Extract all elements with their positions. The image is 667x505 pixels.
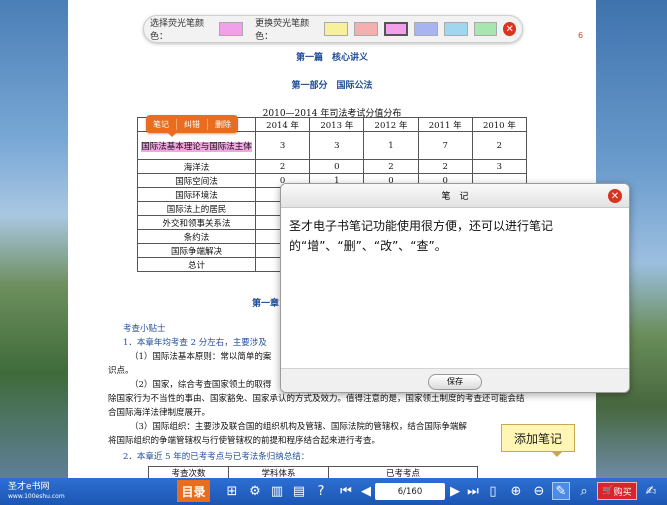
color-swatch-red[interactable] bbox=[354, 22, 379, 36]
zoom-out-icon[interactable]: ⊖ bbox=[530, 482, 548, 500]
close-icon[interactable]: ✕ bbox=[608, 189, 622, 203]
delete-menu-item[interactable]: 删除 bbox=[208, 119, 238, 130]
next-page-icon[interactable]: ▶ bbox=[446, 482, 464, 500]
table-cell: 总计 bbox=[137, 257, 256, 272]
correct-menu-item[interactable]: 纠错 bbox=[177, 118, 208, 130]
color-swatch-green[interactable] bbox=[473, 22, 498, 36]
table-header-cell: 2013 年 bbox=[309, 117, 365, 132]
note-menu-item[interactable]: 笔记 bbox=[146, 118, 177, 130]
paragraph: 除国家行为不当性的事由、国家豁免、国家承认的方式及效力。值得注意的是，国家领土制… bbox=[108, 394, 525, 404]
note-dialog-header: 笔 记 ✕ bbox=[281, 184, 629, 208]
table-header-cell: 2010 年 bbox=[471, 117, 528, 132]
table-cell: 海洋法 bbox=[137, 159, 256, 174]
table-header-cell: 2014 年 bbox=[254, 117, 311, 132]
buy-button[interactable]: 🛒 购买 bbox=[597, 482, 637, 500]
current-highlight-swatch[interactable] bbox=[219, 22, 244, 36]
table-header-cell: 已考考点 bbox=[385, 469, 420, 478]
part-heading: 第一篇 核心讲义 bbox=[295, 53, 368, 63]
double-page-icon[interactable]: ▯ bbox=[484, 482, 502, 500]
paragraph: 1．本章年均考查 2 分左右，主要涉及 bbox=[123, 338, 267, 348]
table-row: 海洋法 2 0 2 2 3 bbox=[137, 159, 528, 174]
table-cell: 2 bbox=[471, 131, 528, 160]
color-swatch-cyan[interactable] bbox=[443, 22, 468, 36]
page-number: 6 bbox=[578, 31, 584, 40]
table-cell: 0 bbox=[309, 159, 365, 174]
table-cell: 国际争端解决 bbox=[137, 243, 256, 258]
cart-icon: 🛒 bbox=[602, 486, 614, 496]
table-cell: 国际法上的居民 bbox=[137, 201, 256, 216]
note-textarea[interactable]: 圣才电子书笔记功能使用很方便，还可以进行笔记的“增”、“删”、“改”、“查”。 bbox=[281, 208, 629, 368]
brand-logo[interactable]: 圣才e书网 www.100eshu.com bbox=[0, 481, 120, 501]
highlighter-toolbar: 选择荧光笔颜色： 更换荧光笔颜色： ✕ bbox=[143, 15, 523, 43]
note-dialog: 笔 记 ✕ 圣才电子书笔记功能使用很方便，还可以进行笔记的“增”、“删”、“改”… bbox=[280, 183, 630, 393]
bookshelf-icon[interactable]: ▥ bbox=[268, 482, 286, 500]
table-header-cell: 2011 年 bbox=[417, 117, 473, 132]
table-header-cell: 学科体系 bbox=[229, 467, 329, 478]
table-cell: 2 bbox=[254, 159, 311, 174]
paragraph: （1）国际法基本原则：常以简单的案 bbox=[130, 352, 272, 362]
brand-url: www.100eshu.com bbox=[8, 492, 65, 500]
prev-page-icon[interactable]: ◀ bbox=[357, 482, 375, 500]
paragraph: 将国际组织的争端管辖权与行使管辖权的前提和程序结合起来进行考查。 bbox=[108, 436, 381, 446]
table-cell: 3 bbox=[309, 131, 365, 160]
table-cell-highlighted[interactable]: 国际法基本理论与国际法主体 bbox=[137, 131, 256, 160]
table-cell: 1 bbox=[363, 131, 419, 160]
tips-title: 考查小贴士 bbox=[123, 324, 166, 334]
color-swatch-yellow[interactable] bbox=[324, 22, 349, 36]
table-cell: 国际环境法 bbox=[137, 187, 256, 202]
color-swatch-pink[interactable] bbox=[384, 22, 408, 36]
table-cell: 2 bbox=[363, 159, 419, 174]
table-cell: 2 bbox=[417, 159, 473, 174]
add-note-icon[interactable]: ✎ bbox=[552, 482, 570, 500]
add-note-tooltip: 添加笔记 bbox=[501, 424, 575, 457]
select-color-label: 选择荧光笔颜色： bbox=[150, 19, 205, 42]
background-scenery-left bbox=[0, 0, 68, 478]
selection-context-menu: 笔记 纠错 删除 bbox=[146, 115, 238, 137]
paragraph: （3）国际组织：主要涉及联合国的组织机构及管辖、国际法院的管辖权，结合国际争端解 bbox=[130, 422, 467, 432]
bottom-toolbar: 圣才e书网 www.100eshu.com 目录 ⊞ ⚙ ▥ ▤ ? ⏮ ◀ 6… bbox=[0, 478, 667, 505]
chapter-title: 第一章 bbox=[252, 299, 280, 309]
table-header-cell: 2012 年 bbox=[363, 117, 419, 132]
bookmark-icon[interactable]: ▤ bbox=[290, 482, 308, 500]
search-icon[interactable]: ⌕ bbox=[575, 482, 593, 500]
save-button[interactable]: 保存 bbox=[428, 373, 482, 390]
thumbnail-grid-icon[interactable]: ⊞ bbox=[223, 482, 241, 500]
brand-name: 圣才e书网 bbox=[8, 481, 50, 492]
close-icon[interactable]: ✕ bbox=[503, 22, 517, 36]
note-dialog-title: 笔 记 bbox=[441, 192, 469, 202]
paragraph: （2）国家，综合考查国家领土的取得 bbox=[130, 380, 272, 390]
gear-icon[interactable]: ⚙ bbox=[246, 482, 264, 500]
section-heading: 第一部分 国际公法 bbox=[291, 81, 373, 91]
paragraph: 合国际海洋法律制度展开。 bbox=[108, 408, 211, 418]
zoom-in-icon[interactable]: ⊕ bbox=[507, 482, 525, 500]
table-row: 国际法基本理论与国际法主体 3 3 1 7 2 bbox=[137, 131, 528, 160]
color-swatch-blue[interactable] bbox=[414, 22, 438, 36]
table-cell: 3 bbox=[254, 131, 311, 160]
first-page-icon[interactable]: ⏮ bbox=[337, 482, 355, 500]
edit-icon[interactable]: ✍ bbox=[642, 482, 660, 500]
table-header-cell: 考查次数 bbox=[149, 467, 229, 478]
table-cell: 条约法 bbox=[137, 229, 256, 244]
table-cell: 7 bbox=[417, 131, 473, 160]
last-page-icon[interactable]: ⏭ bbox=[464, 482, 482, 500]
help-icon[interactable]: ? bbox=[312, 482, 330, 500]
bottom-table: 考查次数 学科体系 已考考点 bbox=[148, 466, 478, 478]
toc-button[interactable]: 目录 bbox=[177, 480, 210, 502]
paragraph: 识点。 bbox=[108, 366, 134, 376]
page-indicator[interactable]: 6/160 bbox=[375, 483, 445, 500]
note-dialog-footer: 保存 bbox=[281, 368, 629, 392]
paragraph: 2．本章近 5 年的已考考点与已考法条归纳总结： bbox=[123, 452, 310, 462]
table-cell: 国际空间法 bbox=[137, 173, 256, 188]
table-cell: 3 bbox=[471, 159, 528, 174]
table-cell: 外交和领事关系法 bbox=[137, 215, 256, 230]
change-color-label: 更换荧光笔颜色： bbox=[255, 19, 310, 42]
